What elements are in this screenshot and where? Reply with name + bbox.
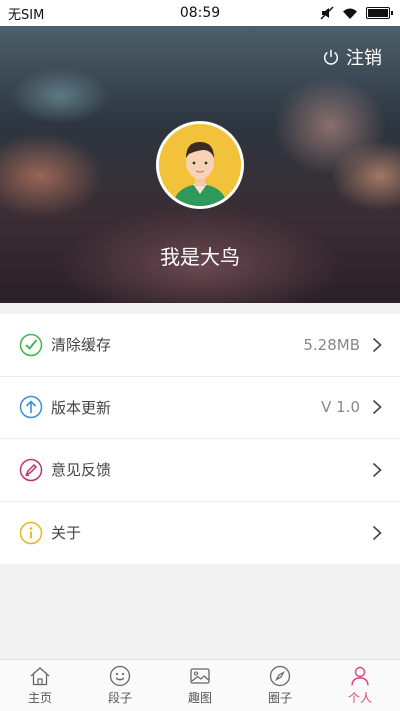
- compass-icon: [269, 665, 291, 687]
- menu-item-clear-cache[interactable]: 清除缓存 5.28MB: [0, 314, 400, 377]
- about-icon: [19, 521, 43, 544]
- menu-label: 清除缓存: [51, 336, 112, 355]
- feedback-icon: [19, 458, 43, 481]
- tab-label: 段子: [107, 691, 132, 705]
- tab-circles[interactable]: 圈子: [240, 660, 320, 711]
- power-icon: [323, 49, 339, 65]
- tab-label: 个人: [347, 691, 372, 705]
- version-value: V 1.0: [321, 398, 360, 417]
- smile-icon: [109, 665, 131, 687]
- chevron-right-icon: [372, 462, 382, 477]
- tab-home[interactable]: 主页: [0, 660, 80, 711]
- tab-jokes[interactable]: 段子: [80, 660, 160, 711]
- tab-fun-images[interactable]: 趣图: [160, 660, 240, 711]
- logout-label: 注销: [346, 48, 382, 69]
- chevron-right-icon: [372, 337, 382, 352]
- profile-header: 注销 我是大鸟: [0, 26, 400, 303]
- cache-size-value: 5.28MB: [303, 335, 360, 354]
- bottom-tab-bar: 主页 段子 趣图 圈子 个人: [0, 659, 400, 711]
- home-icon: [30, 667, 50, 686]
- tab-personal[interactable]: 个人: [320, 660, 400, 711]
- settings-menu: 清除缓存 5.28MB 版本更新 V 1.0 意见反馈 关于: [0, 314, 400, 564]
- avatar-illustration: [159, 124, 241, 206]
- tab-label: 主页: [27, 691, 52, 705]
- person-icon: [351, 666, 369, 686]
- tab-label: 圈子: [267, 691, 292, 705]
- menu-label: 版本更新: [51, 398, 112, 417]
- chevron-right-icon: [372, 525, 382, 540]
- image-icon: [190, 668, 210, 684]
- update-icon: [19, 396, 43, 419]
- clock: 08:59: [179, 5, 221, 21]
- menu-label: 关于: [51, 524, 82, 543]
- tab-label: 趣图: [187, 691, 212, 705]
- menu-label: 意见反馈: [51, 461, 112, 480]
- chevron-right-icon: [372, 400, 382, 415]
- menu-item-version-update[interactable]: 版本更新 V 1.0: [0, 377, 400, 439]
- avatar[interactable]: [156, 121, 244, 209]
- status-bar: 无SIM 08:59: [0, 0, 400, 26]
- menu-item-about[interactable]: 关于: [0, 502, 400, 565]
- battery-icon: [366, 7, 393, 19]
- clear-cache-icon: [19, 333, 43, 356]
- logout-button[interactable]: 注销: [322, 44, 382, 70]
- menu-item-feedback[interactable]: 意见反馈: [0, 439, 400, 502]
- username: 我是大鸟: [160, 245, 240, 269]
- profile-screen: 无SIM 08:59 注销 我是大鸟 清除缓存 5.28MB 版本更新 V 1.…: [0, 0, 400, 711]
